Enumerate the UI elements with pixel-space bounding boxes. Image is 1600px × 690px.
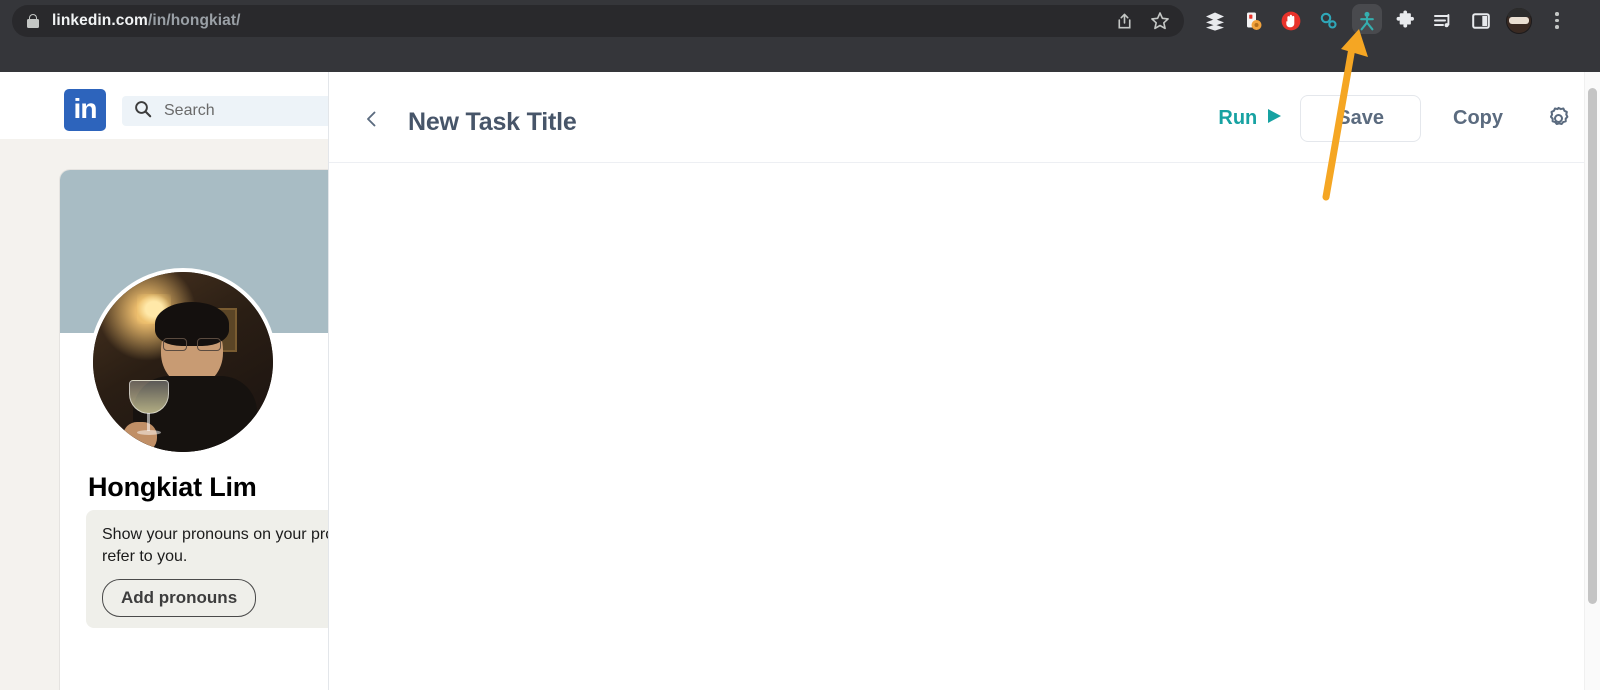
profile-avatar-icon[interactable]: [1500, 0, 1538, 41]
chevron-left-icon[interactable]: [361, 108, 383, 130]
puzzle-extensions-icon[interactable]: [1386, 0, 1424, 41]
task-panel-actions: Run Save Copy: [1212, 95, 1573, 142]
save-button[interactable]: Save: [1300, 95, 1421, 142]
color-picker-extension-icon[interactable]: [1234, 0, 1272, 41]
share-icon[interactable]: [1110, 7, 1138, 35]
omnibox-actions: [1110, 5, 1174, 37]
browser-chrome: linkedin.com/in/hongkiat/: [0, 0, 1600, 72]
task-panel: New Task Title Run Save Copy: [328, 72, 1600, 690]
omnibox-row: linkedin.com/in/hongkiat/: [0, 0, 1600, 41]
task-panel-body: [329, 164, 1600, 690]
stop-hand-extension-icon[interactable]: [1272, 0, 1310, 41]
run-label: Run: [1218, 107, 1258, 129]
play-triangle-icon: [1267, 107, 1282, 130]
browser-toolbar-icons: [1196, 0, 1576, 41]
url-domain: linkedin.com: [52, 12, 148, 29]
add-pronouns-button[interactable]: Add pronouns: [102, 579, 257, 618]
link-chain-extension-icon[interactable]: [1310, 0, 1348, 41]
task-title[interactable]: New Task Title: [408, 108, 577, 137]
playlist-queue-icon[interactable]: [1424, 0, 1462, 41]
search-placeholder: Search: [164, 102, 215, 119]
avatar-photo: [93, 272, 273, 452]
search-icon: [134, 100, 152, 123]
profile-avatar[interactable]: [89, 268, 277, 456]
copy-button[interactable]: Copy: [1431, 96, 1525, 141]
page-scrollbar-thumb[interactable]: [1588, 88, 1597, 604]
url-path: /in/hongkiat/: [147, 12, 241, 29]
url-text: linkedin.com/in/hongkiat/: [52, 12, 241, 30]
side-panel-icon[interactable]: [1462, 0, 1500, 41]
profile-name: Hongkiat Lim: [88, 472, 257, 502]
task-panel-header: New Task Title Run Save Copy: [329, 72, 1600, 163]
linkedin-logo-icon[interactable]: in: [64, 89, 106, 131]
gear-icon[interactable]: [1543, 104, 1573, 134]
lock-icon: [26, 13, 40, 29]
address-bar[interactable]: linkedin.com/in/hongkiat/: [12, 5, 1184, 37]
task-agent-extension-icon[interactable]: [1348, 0, 1386, 41]
layers-extension-icon[interactable]: [1196, 0, 1234, 41]
bookmark-star-icon[interactable]: [1146, 7, 1174, 35]
run-button[interactable]: Run: [1212, 99, 1288, 138]
browser-menu-icon[interactable]: [1538, 0, 1576, 41]
